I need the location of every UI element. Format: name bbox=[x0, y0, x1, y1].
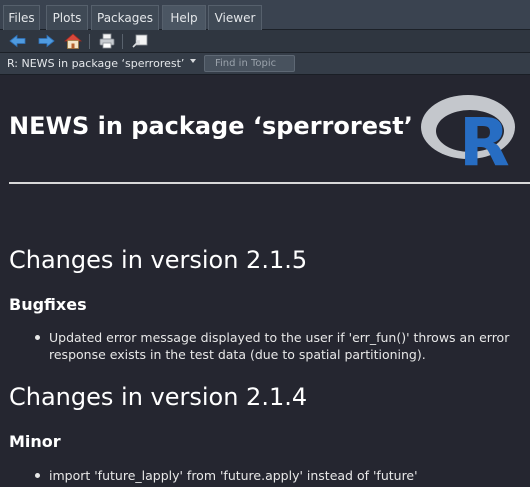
section-subheading: Minor bbox=[9, 432, 61, 451]
title-divider bbox=[9, 182, 530, 184]
open-in-new-window-icon bbox=[132, 34, 148, 48]
tab-help[interactable]: Help bbox=[162, 5, 206, 31]
list-item-line: response exists in the test data (due to… bbox=[49, 347, 426, 362]
list-item-line: import 'future_lapply' from 'future.appl… bbox=[49, 468, 418, 483]
tab-files[interactable]: Files bbox=[3, 5, 40, 30]
topic-bar: R: NEWS in package ‘sperrorest’ bbox=[0, 53, 530, 75]
home-button[interactable] bbox=[63, 32, 83, 50]
list-item-line: Updated error message displayed to the u… bbox=[49, 330, 510, 345]
home-icon bbox=[63, 33, 83, 49]
bullet bbox=[35, 335, 40, 340]
toolbar-separator bbox=[122, 34, 123, 49]
list-item: import 'future_lapply' from 'future.appl… bbox=[49, 467, 418, 484]
print-button[interactable] bbox=[97, 32, 117, 50]
toolbar-separator bbox=[89, 34, 90, 49]
help-content: NEWS in package ‘sperrorest’ R Changes i… bbox=[0, 75, 530, 487]
forward-button[interactable] bbox=[36, 32, 56, 50]
tab-packages[interactable]: Packages bbox=[91, 5, 159, 30]
r-logo: R bbox=[421, 95, 515, 169]
r-logo-letter: R bbox=[459, 104, 510, 169]
tab-viewer[interactable]: Viewer bbox=[208, 5, 262, 30]
topic-select[interactable]: R: NEWS in package ‘sperrorest’ bbox=[7, 56, 184, 72]
section-heading: Changes in version 2.1.5 bbox=[9, 246, 308, 274]
topic-select-label: R: NEWS in package ‘sperrorest’ bbox=[7, 57, 185, 70]
chevron-down-icon[interactable] bbox=[190, 59, 196, 63]
section-subheading: Bugfixes bbox=[9, 295, 87, 314]
help-toolbar bbox=[0, 30, 530, 53]
back-button[interactable] bbox=[8, 32, 28, 50]
section-heading: Changes in version 2.1.4 bbox=[9, 383, 308, 411]
page-title: NEWS in package ‘sperrorest’ bbox=[9, 112, 413, 140]
open-in-new-window-button[interactable] bbox=[130, 32, 150, 50]
pane-tab-bar: Files Plots Packages Help Viewer bbox=[0, 0, 530, 31]
find-in-topic-input[interactable] bbox=[204, 55, 295, 72]
tab-plots[interactable]: Plots bbox=[46, 5, 88, 30]
help-pane: Files Plots Packages Help Viewer R: NEWS… bbox=[0, 0, 530, 487]
forward-arrow-icon bbox=[38, 34, 55, 48]
list-item: Updated error message displayed to the u… bbox=[49, 329, 509, 363]
print-icon bbox=[99, 33, 115, 49]
bullet bbox=[35, 473, 40, 478]
back-arrow-icon bbox=[9, 34, 26, 48]
